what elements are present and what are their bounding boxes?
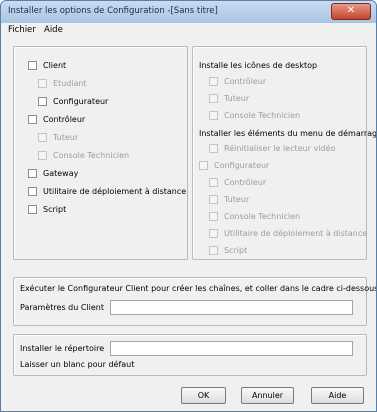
checkbox-box[interactable] [209, 229, 218, 238]
install-directory-section: Installer le répertoire Laisser un blanc… [13, 334, 367, 376]
checkbox-box[interactable] [209, 144, 218, 153]
checkbox-label: Script [224, 246, 248, 255]
checkbox-label: Console Technicien [53, 151, 130, 160]
help-button[interactable]: Aide [311, 387, 364, 404]
checkbox-reset-video[interactable]: Réinitialiser le lecteur vidéo [209, 144, 335, 153]
checkbox-box[interactable] [209, 246, 218, 255]
install-directory-label: Installer le répertoire [20, 344, 105, 353]
checkbox-box[interactable] [38, 97, 47, 106]
checkbox-box[interactable] [209, 195, 218, 204]
install-directory-hint: Laisser un blanc pour défaut [20, 360, 135, 369]
client-params-section: Exécuter le Configurateur Client pour cr… [13, 277, 376, 326]
checkbox-gateway[interactable]: Gateway [28, 169, 78, 178]
checkbox-label: Client [43, 61, 67, 70]
checkbox-etudiant[interactable]: Etudiant [38, 79, 87, 88]
desktop-icons-heading: Installe les icônes de desktop [199, 61, 318, 70]
checkbox-label: Utilitaire de déploiement à distance [43, 187, 187, 196]
checkbox-box[interactable] [209, 94, 218, 103]
checkbox-controleur[interactable]: Contrôleur [28, 115, 85, 124]
checkbox-configurateur[interactable]: Configurateur [38, 97, 108, 106]
checkbox-box[interactable] [38, 79, 47, 88]
cancel-button[interactable]: Annuler [241, 387, 294, 404]
checkbox-box[interactable] [199, 161, 208, 170]
checkbox-startmenu-console[interactable]: Console Technicien [209, 212, 300, 221]
checkbox-label: Contrôleur [224, 77, 267, 86]
checkbox-box[interactable] [209, 77, 218, 86]
checkbox-startmenu-tuteur[interactable]: Tuteur [209, 195, 249, 204]
checkbox-desktop-console[interactable]: Console Technicien [209, 111, 300, 120]
close-button[interactable]: ✕ [331, 3, 371, 20]
checkbox-label: Configurateur [53, 97, 109, 106]
checkbox-box[interactable] [28, 61, 37, 70]
checkbox-script[interactable]: Script [28, 205, 66, 214]
checkbox-box[interactable] [38, 133, 47, 142]
checkbox-startmenu-controleur[interactable]: Contrôleur [209, 178, 266, 187]
component-panel: Client Etudiant Configurateur Contrôleur… [13, 46, 188, 260]
client-params-input[interactable] [110, 300, 353, 315]
installer-options-window: Installer les options de Configuration -… [0, 0, 377, 412]
checkbox-desktop-controleur[interactable]: Contrôleur [209, 77, 266, 86]
checkbox-client[interactable]: Client [28, 61, 66, 70]
menu-bar: Fichier Aide [1, 23, 376, 38]
checkbox-startmenu-deploy[interactable]: Utilitaire de déploiement à distance [209, 229, 367, 238]
title-bar: Installer les options de Configuration -… [1, 1, 376, 24]
checkbox-label: Script [43, 205, 67, 214]
window-title: Installer les options de Configuration -… [8, 6, 218, 16]
checkbox-label: Tuteur [53, 133, 79, 142]
checkbox-console-technicien[interactable]: Console Technicien [38, 151, 129, 160]
checkbox-label: Contrôleur [43, 115, 86, 124]
checkbox-label: Configurateur [214, 161, 270, 170]
menu-file[interactable]: Fichier [8, 25, 36, 35]
client-params-label: Paramètres du Client [20, 303, 105, 312]
checkbox-startmenu-script[interactable]: Script [209, 246, 247, 255]
shortcuts-panel: Installe les icônes de desktop Contrôleu… [192, 46, 376, 260]
checkbox-label: Tuteur [224, 195, 250, 204]
ok-button[interactable]: OK [181, 387, 226, 404]
menu-help[interactable]: Aide [44, 25, 63, 35]
client-instruction: Exécuter le Configurateur Client pour cr… [20, 284, 377, 293]
checkbox-label: Tuteur [224, 94, 250, 103]
install-directory-input[interactable] [110, 341, 353, 356]
checkbox-startmenu-configurateur[interactable]: Configurateur [199, 161, 269, 170]
checkbox-label: Console Technicien [224, 111, 301, 120]
checkbox-label: Console Technicien [224, 212, 301, 221]
checkbox-box[interactable] [38, 151, 47, 160]
start-menu-heading: Installer les éléments du menu de démarr… [199, 129, 377, 138]
checkbox-box[interactable] [209, 178, 218, 187]
checkbox-label: Utilitaire de déploiement à distance [224, 229, 368, 238]
checkbox-tuteur[interactable]: Tuteur [38, 133, 78, 142]
checkbox-box[interactable] [28, 115, 37, 124]
checkbox-box[interactable] [209, 212, 218, 221]
checkbox-label: Etudiant [53, 79, 87, 88]
checkbox-label: Contrôleur [224, 178, 267, 187]
checkbox-desktop-tuteur[interactable]: Tuteur [209, 94, 249, 103]
checkbox-box[interactable] [209, 111, 218, 120]
checkbox-box[interactable] [28, 187, 37, 196]
checkbox-label: Réinitialiser le lecteur vidéo [224, 144, 336, 153]
checkbox-box[interactable] [28, 205, 37, 214]
checkbox-label: Gateway [43, 169, 79, 178]
checkbox-box[interactable] [28, 169, 37, 178]
checkbox-deploy-utility[interactable]: Utilitaire de déploiement à distance [28, 187, 186, 196]
